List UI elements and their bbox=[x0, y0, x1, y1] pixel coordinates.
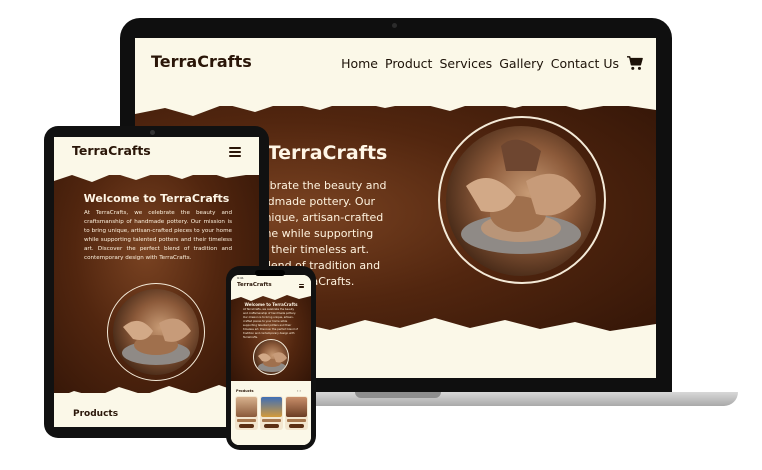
product-button[interactable] bbox=[264, 424, 279, 428]
product-button[interactable] bbox=[289, 424, 304, 428]
product-label-bar bbox=[237, 419, 256, 422]
product-image bbox=[236, 397, 257, 417]
product-image bbox=[261, 397, 282, 417]
phone-status-time: 9:41 bbox=[237, 276, 244, 280]
phone-hero-title: Welcome to TerraCrafts bbox=[244, 302, 298, 307]
tablet-pottery-illustration bbox=[122, 318, 191, 365]
nav-home[interactable]: Home bbox=[341, 56, 378, 71]
tablet-pottery-image bbox=[113, 289, 199, 375]
hero-text-line: celebrate the beauty and bbox=[247, 179, 387, 192]
product-card[interactable] bbox=[235, 396, 258, 430]
tablet-header: TerraCrafts bbox=[54, 137, 259, 175]
phone-pottery-image bbox=[253, 339, 289, 375]
phone-dynamic-island bbox=[255, 270, 285, 276]
phone-header: 9:41 TerraCrafts bbox=[231, 275, 311, 295]
hero-text-line: g unique, artisan-crafted bbox=[247, 211, 384, 224]
nav-product[interactable]: Product bbox=[385, 56, 432, 71]
nav-services[interactable]: Services bbox=[439, 56, 492, 71]
phone-products-heading: Products bbox=[236, 389, 254, 393]
tablet-camera-dot bbox=[150, 130, 155, 135]
cart-icon[interactable] bbox=[626, 55, 644, 71]
tablet-products-heading: Products bbox=[73, 409, 119, 419]
laptop-camera-dot bbox=[392, 23, 397, 28]
tablet-logo[interactable]: TerraCrafts bbox=[72, 143, 151, 158]
phone-hero-text: At TerraCrafts, we celebrate the beauty … bbox=[243, 308, 298, 339]
tablet-hero-text: At TerraCrafts, we celebrate the beauty … bbox=[84, 210, 232, 261]
product-card[interactable] bbox=[260, 396, 283, 430]
phone-logo[interactable]: TerraCrafts bbox=[237, 282, 272, 288]
hero-text-line: home while supporting bbox=[247, 227, 374, 240]
hero-text-line: and their timeless art. bbox=[247, 243, 370, 256]
nav-gallery[interactable]: Gallery bbox=[499, 56, 544, 71]
pottery-hands-image bbox=[446, 126, 596, 276]
main-nav: Home Product Services Gallery Contact Us bbox=[341, 55, 644, 71]
nav-contact-us[interactable]: Contact Us bbox=[551, 56, 619, 71]
hamburger-icon[interactable] bbox=[299, 284, 304, 289]
pottery-illustration bbox=[461, 139, 581, 254]
site-logo[interactable]: TerraCrafts bbox=[151, 52, 252, 71]
hamburger-icon[interactable] bbox=[229, 147, 241, 157]
product-image bbox=[286, 397, 307, 417]
hero-text-line: handmade pottery. Our bbox=[247, 195, 376, 208]
product-label-bar bbox=[262, 419, 281, 422]
product-card[interactable] bbox=[285, 396, 308, 430]
carousel-arrows-icon[interactable]: ‹ › bbox=[297, 389, 301, 393]
phone-screen: 9:41 TerraCrafts Welcome to TerraCrafts … bbox=[231, 275, 311, 445]
product-button[interactable] bbox=[239, 424, 254, 428]
site-header: TerraCrafts Home Product Services Galler… bbox=[135, 38, 656, 106]
laptop-notch bbox=[355, 392, 441, 398]
tablet-hero-title: Welcome to TerraCrafts bbox=[83, 192, 230, 205]
product-label-bar bbox=[287, 419, 306, 422]
